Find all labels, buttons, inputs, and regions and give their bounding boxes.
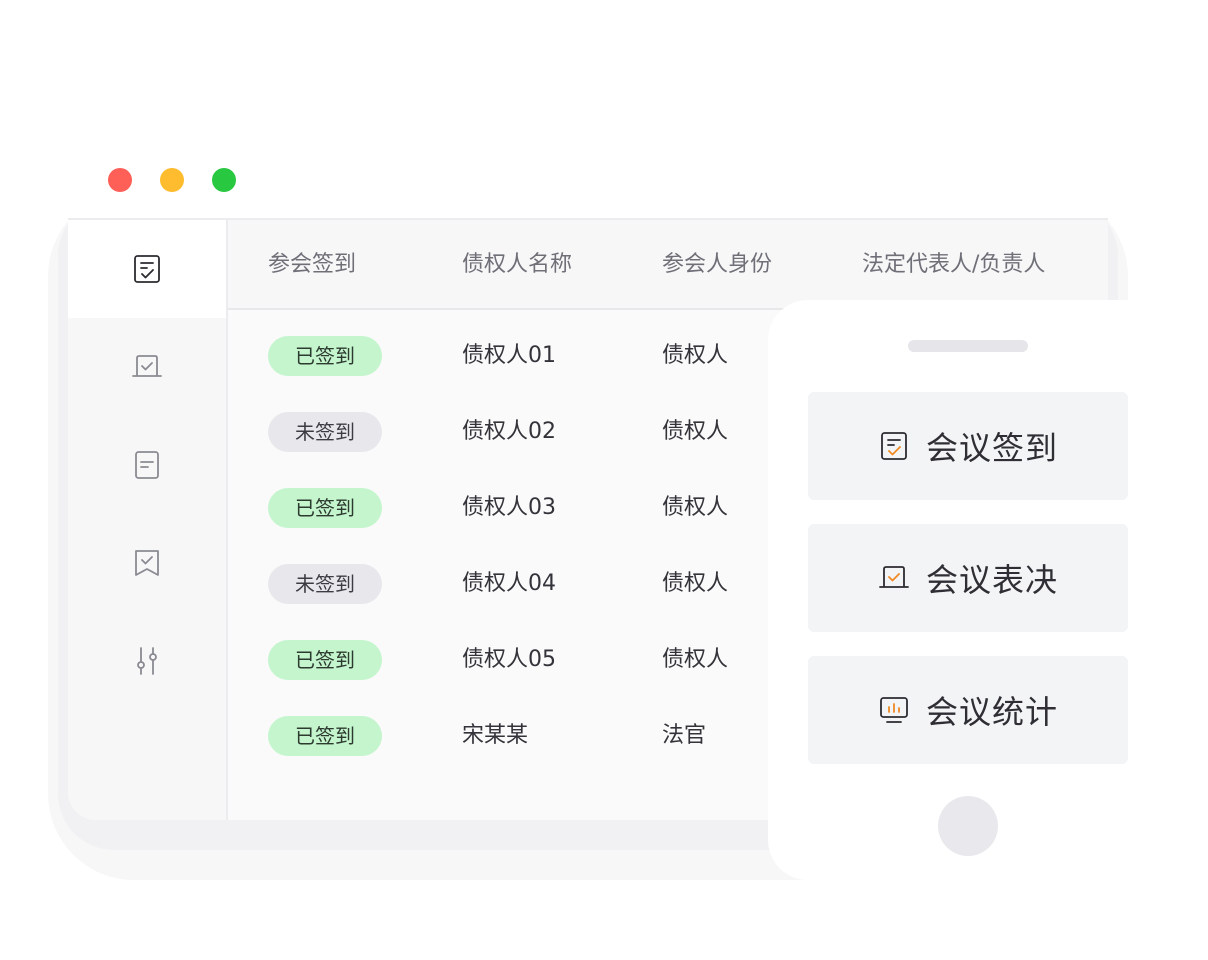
status-badge: 未签到: [268, 412, 382, 452]
meeting-checkin-button[interactable]: 会议签到: [808, 392, 1128, 500]
identity: 债权人: [662, 647, 729, 672]
creditor-name: 债权人03: [462, 495, 556, 520]
laptop-check-icon: [879, 566, 909, 588]
identity: 债权人: [662, 343, 729, 368]
status-badge: 未签到: [268, 564, 382, 604]
header-checkin[interactable]: 参会签到: [268, 220, 356, 310]
monitor-chart-icon: [880, 697, 908, 723]
meeting-stats-button[interactable]: 会议统计: [808, 656, 1128, 764]
meeting-stats-label: 会议统计: [925, 693, 1058, 731]
status-badge: 已签到: [268, 716, 382, 756]
header-identity[interactable]: 参会人身份: [662, 220, 772, 310]
phone-speaker: [908, 340, 1028, 352]
creditor-name: 债权人05: [462, 647, 556, 672]
document-icon: [135, 451, 159, 479]
checklist-icon: [881, 432, 907, 460]
status-badge: 已签到: [268, 336, 382, 376]
identity: 债权人: [662, 495, 729, 520]
creditor-name: 债权人01: [462, 343, 556, 368]
header-creditor-name[interactable]: 债权人名称: [462, 220, 572, 310]
sidebar-item-ribbon[interactable]: [68, 514, 226, 612]
maximize-window-button[interactable]: [212, 168, 236, 192]
sidebar: [68, 220, 228, 820]
sidebar-item-vote[interactable]: [68, 318, 226, 416]
window-titlebar: [68, 140, 1108, 220]
identity: 法官: [662, 723, 707, 748]
status-badge: 已签到: [268, 488, 382, 528]
identity: 债权人: [662, 571, 729, 596]
meeting-vote-label: 会议表决: [925, 561, 1058, 599]
phone-home-button[interactable]: [938, 796, 998, 856]
meeting-vote-button[interactable]: 会议表决: [808, 524, 1128, 632]
sliders-icon: [137, 647, 157, 675]
phone-mockup: 会议签到 会议表决 会议统计: [768, 300, 1208, 880]
sidebar-item-settings[interactable]: [68, 612, 226, 710]
ribbon-check-icon: [135, 550, 159, 576]
laptop-check-icon: [132, 355, 162, 377]
identity: 债权人: [662, 419, 729, 444]
creditor-name: 债权人04: [462, 571, 556, 596]
checklist-icon: [134, 255, 160, 283]
creditor-name: 宋某某: [462, 723, 529, 748]
sidebar-item-document[interactable]: [68, 416, 226, 514]
header-legal-rep[interactable]: 法定代表人/负责人: [862, 220, 1045, 310]
close-window-button[interactable]: [108, 168, 132, 192]
meeting-checkin-label: 会议签到: [925, 429, 1058, 467]
status-badge: 已签到: [268, 640, 382, 680]
sidebar-item-checkin[interactable]: [68, 220, 226, 318]
minimize-window-button[interactable]: [160, 168, 184, 192]
creditor-name: 债权人02: [462, 419, 556, 444]
table-header: 参会签到 债权人名称 参会人身份 法定代表人/负责人: [228, 220, 1108, 310]
